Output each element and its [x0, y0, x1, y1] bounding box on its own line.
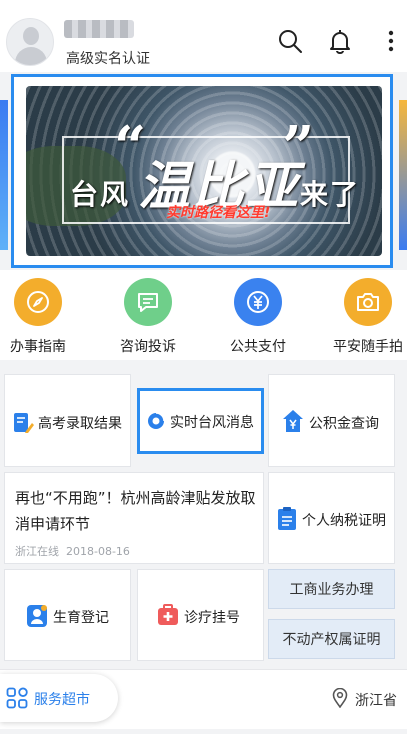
news-title: 再也“不用跑”！杭州高龄津贴发放取消申请环节 — [15, 489, 256, 533]
card-label-tax: 个人纳税证明 — [302, 513, 386, 529]
grid-apps-icon — [6, 687, 28, 709]
quick-label-photo: 平安随手拍 — [333, 339, 403, 355]
document-pen-icon — [14, 413, 34, 433]
quick-item-consult[interactable]: 咨询投诉 — [98, 278, 198, 356]
card-label-gaokao: 高考录取结果 — [38, 416, 122, 432]
business-service-button[interactable]: 工商业务办理 — [268, 569, 395, 609]
compass-icon — [14, 278, 62, 326]
avatar[interactable] — [6, 18, 54, 66]
search-icon[interactable] — [277, 28, 303, 54]
banner-title-tail: 来了 — [300, 178, 361, 211]
camera-icon — [344, 278, 392, 326]
quick-label-guide: 办事指南 — [10, 339, 66, 355]
quick-services: 办事指南 咨询投诉 公共支付 平安随手拍 — [0, 270, 407, 360]
card-housing-fund[interactable]: 公积金查询 — [268, 374, 395, 467]
quick-item-payment[interactable]: 公共支付 — [208, 278, 308, 356]
banner-subtitle: 实时路径看这里! — [166, 205, 271, 221]
card-label-typhoon: 实时台风消息 — [170, 415, 254, 431]
typhoon-icon — [148, 412, 165, 429]
username-blurred — [64, 20, 134, 38]
yuan-icon — [234, 278, 282, 326]
carousel-prev-peek — [0, 100, 8, 250]
carousel-next-peek — [399, 100, 407, 250]
location-pin-icon[interactable] — [332, 688, 348, 708]
card-typhoon[interactable]: 实时台风消息 — [137, 388, 264, 454]
service-market-label: 服务超市 — [34, 692, 90, 708]
medical-kit-icon — [158, 604, 178, 625]
typhoon-banner-image[interactable]: “ ” 台风 温比亚来了 实时路径看这里! — [26, 86, 382, 256]
card-label-clinic: 诊疗挂号 — [184, 610, 240, 626]
banner-carousel[interactable]: “ ” 台风 温比亚来了 实时路径看这里! — [11, 74, 393, 268]
quick-item-guide[interactable]: 办事指南 — [0, 278, 88, 356]
quick-label-consult: 咨询投诉 — [120, 339, 176, 355]
card-clinic-booking[interactable]: 诊疗挂号 — [137, 569, 264, 661]
banner-title-left: 台风 — [70, 178, 131, 211]
house-fund-icon — [283, 410, 303, 432]
verification-level[interactable]: 高级实名认证 — [66, 48, 150, 68]
quick-label-payment: 公共支付 — [230, 339, 286, 355]
card-label-fund: 公积金查询 — [309, 416, 379, 432]
avatar-body — [15, 47, 47, 65]
top-header: 高级实名认证 — [0, 0, 407, 72]
news-card[interactable]: 再也“不用跑”！杭州高龄津贴发放取消申请环节 浙江在线 2018-08-16 — [4, 472, 264, 564]
card-birth-registration[interactable]: 生育登记 — [4, 569, 131, 661]
more-icon[interactable] — [378, 28, 404, 54]
card-label-birth: 生育登记 — [53, 610, 109, 626]
bottom-bar: 服务超市 浙江省 — [0, 669, 407, 729]
avatar-head — [23, 27, 39, 45]
card-tax-certificate[interactable]: 个人纳税证明 — [268, 472, 395, 564]
quick-item-photo[interactable]: 平安随手拍 — [318, 278, 407, 356]
tax-document-icon — [278, 507, 296, 530]
news-source: 浙江在线 — [15, 545, 59, 558]
location-label[interactable]: 浙江省 — [355, 690, 397, 710]
property-certificate-button[interactable]: 不动产权属证明 — [268, 619, 395, 659]
service-market-button[interactable]: 服务超市 — [0, 674, 118, 722]
news-meta: 浙江在线 2018-08-16 — [15, 543, 130, 559]
card-gaokao[interactable]: 高考录取结果 — [4, 374, 131, 467]
chat-icon — [124, 278, 172, 326]
baby-icon — [27, 605, 47, 627]
news-date: 2018-08-16 — [66, 545, 130, 558]
bell-icon[interactable] — [327, 28, 353, 54]
app-screen: 高级实名认证 “ ” 台风 温比亚来了 实时路径看这里! 办事指南 咨询投诉 公… — [0, 0, 407, 734]
